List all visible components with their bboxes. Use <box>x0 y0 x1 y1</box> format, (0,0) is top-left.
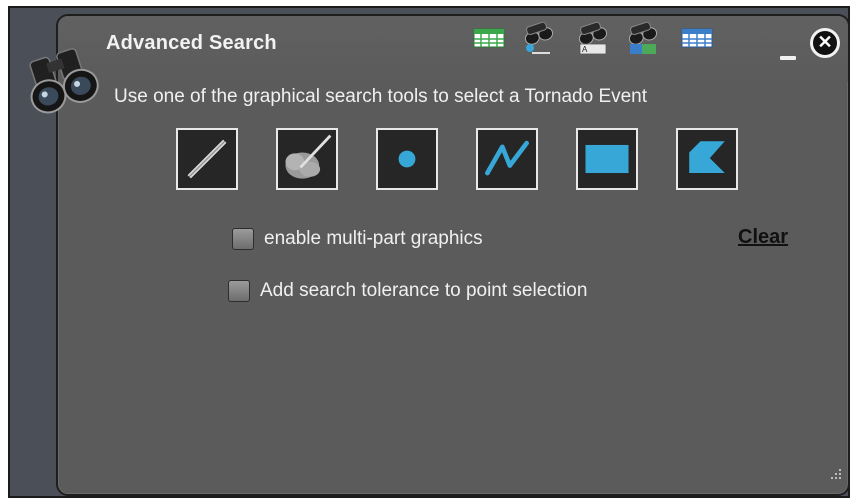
rectangle-tool[interactable] <box>576 128 638 190</box>
window-title: Advanced Search <box>106 32 277 54</box>
point-icon <box>398 150 416 168</box>
binoculars-map-icon[interactable] <box>624 20 662 56</box>
binoculars-icon <box>29 48 99 114</box>
point-tool[interactable] <box>376 128 438 190</box>
multipart-checkbox[interactable] <box>232 228 254 250</box>
freehand-area-tool[interactable] <box>276 128 338 190</box>
binoculars-text-icon[interactable]: A <box>574 20 612 56</box>
tolerance-label[interactable]: Add search tolerance to point selection <box>260 280 587 302</box>
instruction-text: Use one of the graphical search tools to… <box>114 86 648 107</box>
clear-link[interactable]: Clear <box>738 226 788 249</box>
table-grid-icon[interactable] <box>470 20 508 56</box>
multipart-option: enable multi-part graphics <box>232 228 483 250</box>
multipart-label[interactable]: enable multi-part graphics <box>264 228 483 250</box>
polygon-tool[interactable] <box>676 128 738 190</box>
polyline-tool[interactable] <box>476 128 538 190</box>
table-blue-icon[interactable] <box>678 20 716 56</box>
rectangle-icon <box>585 144 629 174</box>
pencil-line-icon <box>187 139 227 179</box>
tolerance-checkbox[interactable] <box>228 280 250 302</box>
binoculars-point-icon[interactable] <box>520 20 558 56</box>
polyline-icon <box>485 140 529 176</box>
resize-grip-icon[interactable] <box>826 466 844 484</box>
freehand-brush-icon <box>285 134 332 179</box>
minimize-button[interactable] <box>778 46 800 66</box>
draw-line-tool[interactable] <box>176 128 238 190</box>
close-button[interactable]: ✕ <box>810 28 840 58</box>
polygon-icon <box>689 141 725 174</box>
tolerance-option: Add search tolerance to point selection <box>228 280 587 302</box>
svg-text:A: A <box>582 45 588 54</box>
